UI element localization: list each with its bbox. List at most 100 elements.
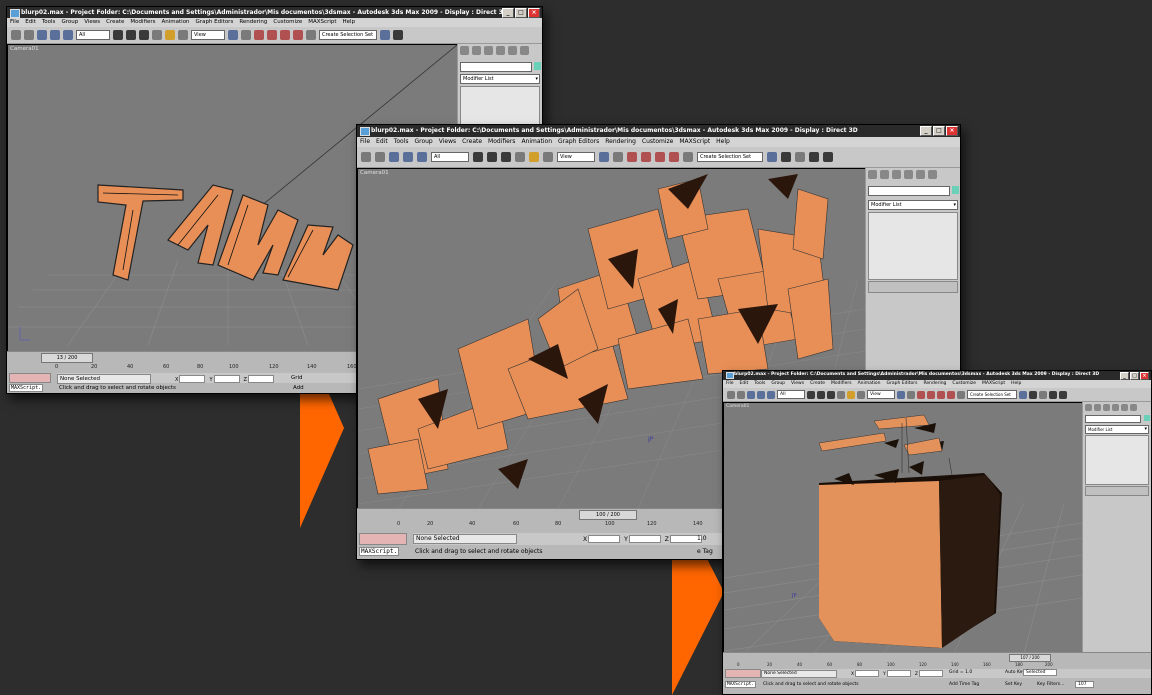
object-name-field[interactable] xyxy=(1085,415,1141,423)
named-selection-dropdown[interactable]: Create Selection Set xyxy=(319,30,377,40)
modifier-list-dropdown[interactable]: Modifier List xyxy=(868,200,958,210)
pivot-icon[interactable] xyxy=(228,30,238,40)
angle-snap-icon[interactable] xyxy=(267,30,277,40)
select-object-icon[interactable] xyxy=(113,30,123,40)
snap-icon[interactable] xyxy=(917,390,925,399)
modifier-list-dropdown[interactable]: Modifier List xyxy=(460,74,540,84)
menu-edit[interactable]: Edit xyxy=(22,18,39,27)
move-icon[interactable] xyxy=(837,390,845,399)
menu-create[interactable]: Create xyxy=(807,380,828,388)
close-button[interactable]: × xyxy=(528,8,540,18)
move-icon[interactable] xyxy=(152,30,162,40)
spinner-snap-icon[interactable] xyxy=(293,30,303,40)
rotate-icon[interactable] xyxy=(529,152,539,162)
mirror-icon[interactable] xyxy=(241,30,251,40)
menu-rendering[interactable]: Rendering xyxy=(236,18,270,27)
time-slider[interactable]: 107 / 200 xyxy=(1009,654,1051,662)
rotate-icon[interactable] xyxy=(165,30,175,40)
layer-icon[interactable] xyxy=(1039,390,1047,399)
scale-icon[interactable] xyxy=(178,30,188,40)
rect-region-icon[interactable] xyxy=(139,30,149,40)
ref-coord-dropdown[interactable]: View xyxy=(867,390,895,399)
mirror-tool-icon[interactable] xyxy=(380,30,390,40)
key-filters-button[interactable]: Key Filters... xyxy=(1037,682,1064,687)
set-key-button[interactable]: Set Key xyxy=(1005,682,1022,687)
add-time-tag-label[interactable]: Add xyxy=(293,385,304,391)
align-icon[interactable] xyxy=(781,152,791,162)
snap-icon[interactable] xyxy=(627,152,637,162)
redo-icon[interactable] xyxy=(24,30,34,40)
align-icon[interactable] xyxy=(1029,390,1037,399)
menu-maxscript[interactable]: MAXScript xyxy=(676,137,713,147)
mirror-icon[interactable] xyxy=(613,152,623,162)
schematic-icon[interactable] xyxy=(823,152,833,162)
listener-pink-box[interactable] xyxy=(359,533,407,545)
select-by-name-icon[interactable] xyxy=(817,390,825,399)
coordinate-fields[interactable]: X Y Z xyxy=(175,375,278,383)
menu-customize[interactable]: Customize xyxy=(639,137,677,147)
mirror-tool-icon[interactable] xyxy=(767,152,777,162)
command-tabs[interactable] xyxy=(868,170,958,179)
maximize-button[interactable]: □ xyxy=(1130,372,1139,380)
undo-icon[interactable] xyxy=(727,390,735,399)
angle-snap-icon[interactable] xyxy=(641,152,651,162)
menu-modifiers[interactable]: Modifiers xyxy=(127,18,158,27)
scale-icon[interactable] xyxy=(543,152,553,162)
stack-buttons[interactable] xyxy=(868,281,958,293)
minimize-button[interactable]: _ xyxy=(502,8,514,18)
selected-dropdown[interactable]: Selected xyxy=(1023,669,1057,676)
scale-icon[interactable] xyxy=(857,390,865,399)
menu-modifiers[interactable]: Modifiers xyxy=(828,380,855,388)
menu-rendering[interactable]: Rendering xyxy=(602,137,639,147)
named-selection-dropdown[interactable]: Create Selection Set xyxy=(697,152,763,162)
unlink-icon[interactable] xyxy=(50,30,60,40)
object-name-field[interactable] xyxy=(868,186,950,196)
object-name-field[interactable] xyxy=(460,62,532,72)
time-slider[interactable]: 100 / 200 xyxy=(579,510,637,520)
menu-graph-editors[interactable]: Graph Editors xyxy=(555,137,602,147)
menu-help[interactable]: Help xyxy=(1008,380,1024,388)
maximize-button[interactable]: □ xyxy=(933,126,945,136)
time-slider[interactable]: 13 / 200 xyxy=(41,353,93,363)
undo-icon[interactable] xyxy=(361,152,371,162)
menu-edit[interactable]: Edit xyxy=(737,380,752,388)
menu-graph-editors[interactable]: Graph Editors xyxy=(884,380,921,388)
edit-named-sel-icon[interactable] xyxy=(957,390,965,399)
bind-icon[interactable] xyxy=(63,30,73,40)
menu-tools[interactable]: Tools xyxy=(751,380,768,388)
add-time-tag-label[interactable]: e Tag xyxy=(697,548,713,555)
align-icon[interactable] xyxy=(393,30,403,40)
menu-maxscript[interactable]: MAXScript xyxy=(305,18,339,27)
link-icon[interactable] xyxy=(747,390,755,399)
unlink-icon[interactable] xyxy=(757,390,765,399)
undo-icon[interactable] xyxy=(11,30,21,40)
stack-buttons[interactable] xyxy=(1085,486,1149,496)
object-color-swatch[interactable] xyxy=(1144,415,1150,421)
pivot-icon[interactable] xyxy=(897,390,905,399)
curve-editor-icon[interactable] xyxy=(809,152,819,162)
menu-animation[interactable]: Animation xyxy=(159,18,193,27)
ref-coord-dropdown[interactable]: View xyxy=(191,30,225,40)
menu-graph-editors[interactable]: Graph Editors xyxy=(193,18,237,27)
modifier-stack[interactable] xyxy=(1085,435,1149,485)
spinner-snap-icon[interactable] xyxy=(669,152,679,162)
maxscript-listener[interactable]: MAXScript. xyxy=(359,547,400,556)
menu-rendering[interactable]: Rendering xyxy=(920,380,949,388)
named-selection-dropdown[interactable]: Create Selection Set xyxy=(967,390,1017,399)
coordinate-fields[interactable]: X Y Z xyxy=(851,670,947,677)
coordinate-fields[interactable]: X Y Z xyxy=(583,535,706,543)
select-object-icon[interactable] xyxy=(807,390,815,399)
rect-region-icon[interactable] xyxy=(501,152,511,162)
rect-region-icon[interactable] xyxy=(827,390,835,399)
menu-create[interactable]: Create xyxy=(103,18,127,27)
spinner-snap-icon[interactable] xyxy=(947,390,955,399)
maxscript-listener[interactable]: MAXScript. xyxy=(9,384,44,392)
menu-maxscript[interactable]: MAXScript xyxy=(979,380,1008,388)
menu-file[interactable]: File xyxy=(7,18,22,27)
menu-tools[interactable]: Tools xyxy=(39,18,59,27)
listener-pink-box[interactable] xyxy=(9,373,51,383)
menu-views[interactable]: Views xyxy=(436,137,459,147)
add-time-tag-label[interactable]: Add Time Tag xyxy=(949,682,979,687)
close-button[interactable]: × xyxy=(946,126,958,136)
mirror-tool-icon[interactable] xyxy=(1019,390,1027,399)
